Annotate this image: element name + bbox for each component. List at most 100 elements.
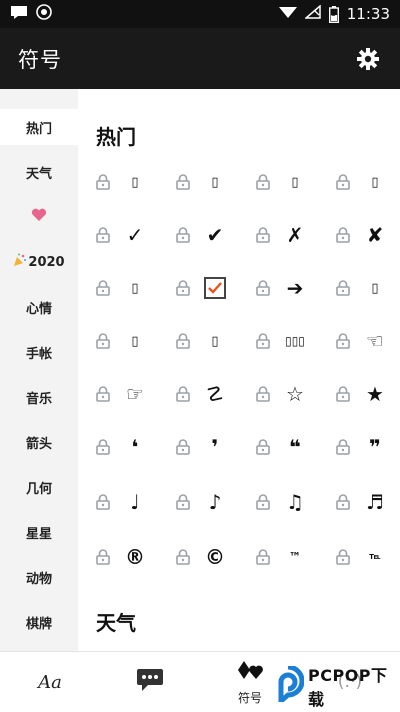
lock-icon xyxy=(176,386,190,402)
symbol-cell[interactable]: ▯ xyxy=(158,161,238,201)
lock-icon xyxy=(96,174,110,190)
symbol-glyph: ❞ xyxy=(369,435,381,459)
symbol-cell[interactable]: ✗ xyxy=(238,214,318,254)
battery-icon: 5 xyxy=(328,5,339,23)
symbol-cell[interactable]: ▯ xyxy=(158,320,238,360)
lock-icon xyxy=(176,174,190,190)
symbol-cell[interactable]: ☡ xyxy=(158,373,238,413)
lock-icon xyxy=(336,333,350,349)
lock-icon xyxy=(96,494,110,510)
symbol-glyph: ✘ xyxy=(366,223,384,247)
symbol-cell[interactable]: ♬ xyxy=(318,481,398,521)
symbol-cell[interactable] xyxy=(158,267,238,307)
lock-icon xyxy=(256,174,270,190)
symbol-cell[interactable]: ☜ xyxy=(318,320,398,360)
symbol-cell[interactable]: ♫ xyxy=(238,481,318,521)
symbol-glyph: ❛ xyxy=(131,435,139,459)
lock-icon xyxy=(336,549,350,565)
lock-icon xyxy=(96,227,110,243)
lock-icon xyxy=(96,439,110,455)
lock-icon xyxy=(336,494,350,510)
speech-bubble-icon xyxy=(136,667,164,697)
symbol-glyph: ★ xyxy=(366,382,384,406)
lock-icon xyxy=(336,174,350,190)
sidebar-item-mood[interactable]: 心情 xyxy=(0,289,78,325)
section-title-weather: 天气 xyxy=(96,611,136,635)
symbol-cell[interactable]: ™ xyxy=(238,536,318,576)
nav-messages[interactable] xyxy=(100,652,200,712)
location-icon xyxy=(36,4,52,24)
symbol-cell[interactable]: ▯ xyxy=(238,161,318,201)
symbol-glyph: ♪ xyxy=(208,490,222,514)
symbol-cell[interactable]: ▯ xyxy=(318,267,398,307)
symbol-glyph: © xyxy=(205,545,225,569)
symbol-cell[interactable]: ▯ xyxy=(78,320,158,360)
symbol-glyph: ✓ xyxy=(126,223,144,247)
sidebar-item-geometry[interactable]: 几何 xyxy=(0,469,78,505)
symbol-cell[interactable]: © xyxy=(158,536,238,576)
lock-icon xyxy=(96,333,110,349)
symbol-glyph: ♩ xyxy=(130,490,140,514)
symbol-cell[interactable]: ★ xyxy=(318,373,398,413)
symbol-cell[interactable]: ▯ xyxy=(78,161,158,201)
sidebar-item-cards[interactable]: 棋牌 xyxy=(0,604,78,640)
symbol-cell[interactable]: ▯▯▯ xyxy=(238,320,318,360)
sidebar-item-journal[interactable]: 手帐 xyxy=(0,334,78,370)
lock-icon xyxy=(96,549,110,565)
lock-icon xyxy=(176,333,190,349)
sidebar-item-heart[interactable] xyxy=(0,199,78,235)
symbol-cell[interactable]: ❞ xyxy=(318,426,398,466)
lock-icon xyxy=(96,386,110,402)
symbol-cell[interactable]: ♩ xyxy=(78,481,158,521)
status-time: 11:33 xyxy=(346,5,390,23)
lock-icon xyxy=(336,386,350,402)
sidebar-item-hot[interactable]: 热门 xyxy=(0,109,78,145)
lock-icon xyxy=(176,280,190,296)
sidebar-item-animals[interactable]: 动物 xyxy=(0,559,78,595)
symbol-glyph: ▯ xyxy=(131,174,139,190)
symbol-glyph: ♬ xyxy=(366,490,384,514)
party-popper-icon xyxy=(13,253,27,271)
symbol-cell[interactable]: ☆ xyxy=(238,373,318,413)
symbol-glyph: ☞ xyxy=(126,382,144,406)
lock-icon xyxy=(336,227,350,243)
sidebar-item-arrows[interactable]: 箭头 xyxy=(0,424,78,460)
lock-icon xyxy=(176,227,190,243)
symbol-cell[interactable]: ❛ xyxy=(78,426,158,466)
symbol-cell[interactable]: ➔ xyxy=(238,267,318,307)
symbol-cell[interactable]: ♪ xyxy=(158,481,238,521)
lock-icon xyxy=(96,280,110,296)
symbol-glyph: ☆ xyxy=(286,382,304,406)
symbol-glyph: ✗ xyxy=(286,223,304,247)
symbol-cell[interactable]: ❝ xyxy=(238,426,318,466)
battery-level: 5 xyxy=(330,8,337,19)
sidebar-item-music[interactable]: 音乐 xyxy=(0,379,78,415)
sidebar-item-weather[interactable]: 天气 xyxy=(0,154,78,190)
lock-icon xyxy=(256,333,270,349)
status-bar: 5 11:33 xyxy=(0,0,400,28)
lock-icon xyxy=(176,494,190,510)
symbol-cell[interactable]: ℡ xyxy=(318,536,398,576)
symbol-cell[interactable]: ❜ xyxy=(158,426,238,466)
symbol-cell[interactable]: ✘ xyxy=(318,214,398,254)
symbol-cell[interactable]: ® xyxy=(78,536,158,576)
sidebar-item-2020[interactable]: 2020 xyxy=(0,244,78,280)
symbol-cell[interactable]: ▯ xyxy=(78,267,158,307)
symbol-glyph: ℡ xyxy=(369,552,381,562)
symbol-content: 热门 ▯ ▯ ▯ ▯ ✓ ✔ ✗ ✘ ▯ ➔ ▯ ▯ ▯ ▯▯▯ ☜ ☞ ☡ ☆ ★ ❛ ❜ ❝ ❞ ♩ ♪ ♫ ♬ ® © ™ ℡ 天气 xyxy=(78,89,400,651)
app-bar: 符号 xyxy=(0,28,400,89)
lock-icon xyxy=(176,549,190,565)
symbol-cell[interactable]: ✔ xyxy=(158,214,238,254)
symbol-cell[interactable]: ☞ xyxy=(78,373,158,413)
gear-icon[interactable] xyxy=(354,45,382,73)
symbol-cell[interactable]: ▯ xyxy=(318,161,398,201)
symbol-glyph: ▯ xyxy=(291,174,299,190)
category-sidebar: 热门 天气 2020 心情 手帐 音乐 箭头 几何 星星 动物 棋牌 xyxy=(0,89,78,651)
symbol-glyph: ▯ xyxy=(131,280,139,296)
symbol-glyph: ▯ xyxy=(131,333,139,349)
sidebar-item-stars[interactable]: 星星 xyxy=(0,514,78,550)
nav-fonts[interactable]: Aa xyxy=(0,652,100,712)
symbol-glyph: ▯ xyxy=(371,174,379,190)
symbol-glyph: ☜ xyxy=(366,329,384,353)
symbol-cell[interactable]: ✓ xyxy=(78,214,158,254)
